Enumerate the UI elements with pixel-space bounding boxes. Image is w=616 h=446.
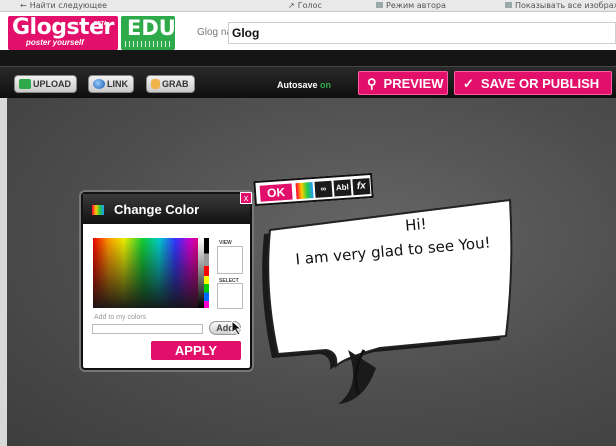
select-preview (217, 283, 243, 309)
beta-badge: BETA (94, 21, 108, 27)
color-swatches[interactable] (204, 238, 209, 308)
browser-tab[interactable]: Показывать все изображе (505, 0, 616, 11)
ok-button[interactable]: OK (259, 183, 293, 202)
hand-icon (151, 79, 160, 89)
logo-tagline: poster yourself (26, 38, 84, 47)
link-button[interactable]: LINK (88, 75, 134, 93)
text-style-button[interactable]: Abl (333, 179, 352, 197)
fx-button[interactable]: fx (352, 178, 371, 196)
left-scrollbar[interactable] (0, 98, 7, 446)
app-header: Glogster BETA poster yourself EDU Glog n… (0, 12, 616, 50)
check-icon: ✓ (463, 76, 474, 91)
dialog-header: Change Color (83, 194, 250, 224)
color-icon[interactable] (295, 182, 314, 200)
browser-tab[interactable]: Режим автора (376, 0, 446, 11)
search-icon: ⚲ (367, 76, 377, 91)
glog-name-input[interactable]: Glog (228, 22, 616, 44)
autosave-state: on (320, 80, 332, 90)
apply-button[interactable]: APPLY (151, 341, 241, 360)
globe-icon (93, 79, 105, 89)
main-toolbar: UPLOAD LINK GRAB Autosave on ⚲ PREVIEW ✓ S… (0, 66, 616, 98)
color-spectrum[interactable] (93, 238, 203, 308)
microphone-icon: ↗ (288, 1, 295, 10)
upload-button[interactable]: UPLOAD (14, 75, 77, 93)
save-or-publish-button[interactable]: ✓ SAVE OR PUBLISH (454, 71, 612, 95)
upload-icon (19, 79, 31, 89)
ruler-decoration (125, 41, 171, 47)
page-icon (376, 2, 383, 8)
change-color-dialog: Change Color x VIEW SELECT Add to my col… (81, 192, 252, 370)
add-color-input[interactable] (92, 324, 203, 334)
browser-tab[interactable]: ← Найти следующее (20, 0, 107, 11)
page-icon (505, 2, 512, 8)
browser-tab-strip: ← Найти следующее ↗ Голос Режим автора Пок… (0, 0, 616, 12)
grab-button[interactable]: GRAB (146, 75, 195, 93)
speech-bubble[interactable]: Hi! I am very glad to see You! (252, 190, 542, 420)
dialog-title: Change Color (114, 202, 200, 217)
edu-badge: EDU (121, 16, 176, 50)
browser-tab[interactable]: ↗ Голос (288, 0, 322, 11)
preview-button[interactable]: ⚲ PREVIEW (358, 71, 448, 95)
edu-text: EDU (127, 16, 176, 40)
glogster-logo[interactable]: Glogster BETA poster yourself (8, 15, 118, 50)
arrow-left-icon: ← (20, 1, 27, 10)
logo-text: Glogster (12, 15, 114, 40)
mouse-cursor-icon (231, 320, 243, 336)
add-to-colors-label: Add to my colors (94, 314, 147, 321)
palette-icon (92, 205, 104, 215)
autosave-status: Autosave on (277, 80, 332, 90)
close-button[interactable]: x (240, 192, 252, 204)
view-preview (217, 246, 243, 274)
link-icon[interactable]: ∞ (314, 180, 333, 198)
header-divider (0, 50, 616, 66)
